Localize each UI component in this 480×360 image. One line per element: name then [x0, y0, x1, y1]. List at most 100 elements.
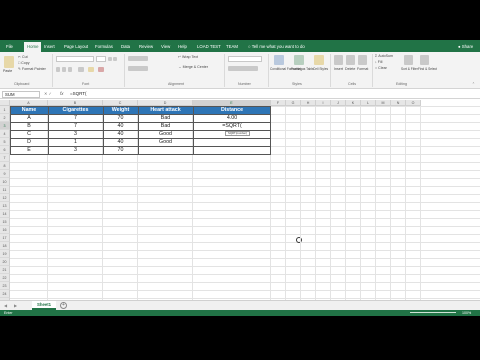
column-header-h[interactable]: H [301, 100, 316, 106]
column-header-i[interactable]: I [316, 100, 331, 106]
font-color-icon[interactable] [98, 67, 104, 72]
collapse-ribbon-icon[interactable]: ⌃ [472, 82, 475, 87]
tell-me-search[interactable]: ○ Tell me what you want to do [248, 43, 305, 51]
paste-button[interactable]: Paste [3, 69, 12, 74]
insert-function-button[interactable]: fx [60, 91, 64, 96]
number-format-icons[interactable] [228, 66, 258, 71]
add-sheet-button[interactable]: + [60, 302, 67, 309]
ribbon-tab-home[interactable]: Home [24, 42, 42, 52]
status-bar: Enter 100% [0, 310, 480, 316]
row-header-19[interactable]: 19 [0, 250, 10, 258]
row-header-10[interactable]: 10 [0, 178, 10, 186]
number-format-dropdown[interactable] [228, 56, 262, 62]
ribbon-tab-formulas[interactable]: Formulas [95, 43, 113, 51]
ribbon-tab-view[interactable]: View [161, 43, 170, 51]
column-header-m[interactable]: M [376, 100, 391, 106]
conditional-formatting-icon[interactable] [274, 55, 284, 65]
formula-input[interactable]: =SQRT( [70, 91, 87, 96]
copy-button[interactable]: □ Copy [18, 61, 30, 66]
insert-button[interactable]: Insert [334, 67, 343, 72]
previous-sheet-icon[interactable]: ◀ [4, 303, 7, 308]
row-header-3[interactable]: 3 [0, 122, 10, 130]
sheet-tab-sheet1[interactable]: Sheet1 [32, 301, 56, 310]
row-header-7[interactable]: 7 [0, 154, 10, 162]
ribbon-tab-file[interactable]: File [6, 43, 13, 51]
find-select-icon[interactable] [420, 55, 429, 65]
clear-button[interactable]: ○ Clear [375, 66, 387, 71]
format-cells-icon[interactable] [358, 55, 367, 65]
ribbon-tab-review[interactable]: Review [139, 43, 153, 51]
delete-button[interactable]: Delete [345, 67, 355, 72]
next-sheet-icon[interactable]: ▶ [14, 303, 17, 308]
ribbon-tab-load-test[interactable]: LOAD TEST [197, 43, 221, 51]
row-header-22[interactable]: 22 [0, 274, 10, 282]
horizontal-align-icons[interactable] [128, 66, 148, 71]
column-header-k[interactable]: K [346, 100, 361, 106]
zoom-level[interactable]: 100% [462, 310, 471, 316]
zoom-slider[interactable] [410, 312, 456, 313]
underline-icon[interactable] [68, 67, 72, 72]
cut-button[interactable]: ✂ Cut [18, 55, 28, 60]
italic-icon[interactable] [62, 67, 66, 72]
row-header-1[interactable]: 1 [0, 106, 10, 114]
merge-center-button[interactable]: ↔ Merge & Center [178, 65, 208, 70]
fill-color-icon[interactable] [88, 67, 94, 72]
row-header-20[interactable]: 20 [0, 258, 10, 266]
row-header-16[interactable]: 16 [0, 226, 10, 234]
font-size-dropdown[interactable] [96, 56, 106, 62]
increase-font-icon[interactable] [108, 57, 112, 61]
column-header-l[interactable]: L [361, 100, 376, 106]
ribbon-tab-data[interactable]: Data [121, 43, 130, 51]
row-header-11[interactable]: 11 [0, 186, 10, 194]
row-header-12[interactable]: 12 [0, 194, 10, 202]
column-header-f[interactable]: F [271, 100, 286, 106]
fill-button[interactable]: ↓ Fill [375, 60, 382, 65]
ribbon-tab-insert[interactable]: Insert [44, 43, 55, 51]
row-header-5[interactable]: 5 [0, 138, 10, 146]
share-button[interactable]: ● Share [458, 43, 473, 51]
row-header-9[interactable]: 9 [0, 170, 10, 178]
borders-icon[interactable] [78, 67, 84, 72]
row-header-17[interactable]: 17 [0, 234, 10, 242]
format-as-table-icon[interactable] [294, 55, 304, 65]
row-header-23[interactable]: 23 [0, 282, 10, 290]
format-painter-button[interactable]: ✎ Format Painter [18, 67, 46, 72]
column-header-g[interactable]: G [286, 100, 301, 106]
row-header-24[interactable]: 24 [0, 290, 10, 298]
cell-styles-button[interactable]: Cell Styles [313, 67, 328, 72]
ribbon-tab-help[interactable]: Help [178, 43, 187, 51]
row-header-6[interactable]: 6 [0, 146, 10, 154]
sort-filter-button[interactable]: Sort & Filter [401, 67, 418, 72]
decrease-font-icon[interactable] [113, 57, 117, 61]
row-header-4[interactable]: 4 [0, 130, 10, 138]
wrap-text-button[interactable]: ↵ Wrap Text [178, 55, 198, 60]
row-header-21[interactable]: 21 [0, 266, 10, 274]
row-header-8[interactable]: 8 [0, 162, 10, 170]
row-header-13[interactable]: 13 [0, 202, 10, 210]
row-header-14[interactable]: 14 [0, 210, 10, 218]
format-button[interactable]: Format [357, 67, 368, 72]
paste-icon[interactable] [4, 56, 14, 68]
row-header-18[interactable]: 18 [0, 242, 10, 250]
autosum-button[interactable]: Σ AutoSum [375, 54, 393, 59]
column-header-n[interactable]: N [391, 100, 406, 106]
sort-filter-icon[interactable] [404, 55, 413, 65]
table-row-border [10, 114, 271, 115]
row-header-2[interactable]: 2 [0, 114, 10, 122]
cell-styles-icon[interactable] [314, 55, 324, 65]
find-select-button[interactable]: Find & Select [418, 67, 437, 72]
row-header-15[interactable]: 15 [0, 218, 10, 226]
cancel-enter-icons[interactable]: ✕ ✓ [44, 91, 52, 96]
column-header-o[interactable]: O [406, 100, 421, 106]
name-box[interactable]: SUM [2, 91, 40, 98]
vertical-align-icons[interactable] [128, 56, 148, 61]
ribbon-tab-team[interactable]: TEAM [226, 43, 238, 51]
font-name-dropdown[interactable] [56, 56, 94, 62]
worksheet-grid[interactable]: SQRT(number) A B C D E F G H I J K L M N O 1 2 3 4 5 6 7 8 9 10 1… [0, 100, 480, 316]
ribbon-tab-page-layout[interactable]: Page Layout [64, 43, 88, 51]
insert-cells-icon[interactable] [334, 55, 343, 65]
bold-icon[interactable] [56, 67, 60, 72]
delete-cells-icon[interactable] [346, 55, 355, 65]
format-as-table-button[interactable]: Format as Table [291, 67, 314, 72]
column-header-j[interactable]: J [331, 100, 346, 106]
